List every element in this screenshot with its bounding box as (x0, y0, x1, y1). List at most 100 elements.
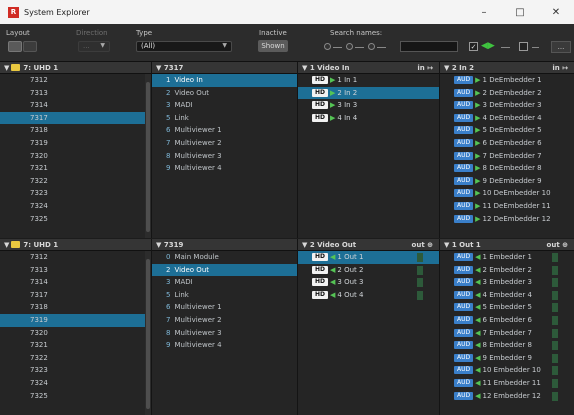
scrollbar[interactable] (145, 74, 151, 238)
list-item[interactable]: 5 Link (152, 289, 297, 302)
list-item[interactable]: 3 MADI (152, 99, 297, 112)
list-item-selected[interactable]: 1 Video In (152, 74, 297, 87)
collapse-icon[interactable]: ▼ (4, 64, 9, 72)
list-item[interactable]: AUD ◀ 2 Embedder 2 (440, 264, 574, 277)
list-item[interactable]: 7314 (0, 99, 151, 112)
list-item[interactable]: AUD ▶ 4 DeEmbedder 4 (440, 112, 574, 125)
list-item-selected[interactable]: 2 Video Out (152, 263, 297, 277)
list-item[interactable]: AUD ▶ 5 DeEmbedder 5 (440, 124, 574, 137)
list-item[interactable]: 7324 (0, 200, 151, 213)
collapse-icon[interactable]: ▼ (156, 241, 161, 249)
list-item[interactable]: AUD ◀ 7 Embedder 7 (440, 327, 574, 340)
collapse-icon[interactable]: ▼ (444, 64, 449, 72)
list-item[interactable]: 2 Video Out (152, 87, 297, 100)
list-item[interactable]: AUD ▶ 6 DeEmbedder 6 (440, 137, 574, 150)
search-input[interactable] (400, 41, 458, 52)
list-item[interactable]: 8 Multiviewer 3 (152, 327, 297, 340)
search-option-radio-2[interactable] (346, 43, 353, 50)
list-item[interactable]: 7319 (0, 137, 151, 150)
list-item[interactable]: 7318 (0, 124, 151, 137)
list-item-selected[interactable]: 7319 (0, 313, 151, 327)
list-item[interactable]: HD ◀ 4 Out 4 (298, 289, 439, 302)
list-item[interactable]: AUD ▶ 2 DeEmbedder 2 (440, 87, 574, 100)
list-item[interactable]: 7317 (0, 289, 151, 302)
list-item[interactable]: AUD ▶ 12 DeEmbedder 12 (440, 213, 574, 226)
list-item[interactable]: 7321 (0, 339, 151, 352)
collapse-icon[interactable]: ▼ (302, 64, 307, 72)
collapse-icon[interactable]: ▼ (302, 241, 307, 249)
list-item[interactable]: 7313 (0, 87, 151, 100)
close-button[interactable]: ✕ (538, 0, 574, 24)
list-item[interactable]: AUD ▶ 7 DeEmbedder 7 (440, 150, 574, 163)
list-item[interactable]: AUD ◀ 11 Embedder 11 (440, 377, 574, 390)
layout-grid-button[interactable] (23, 41, 37, 52)
direction-in-icon[interactable]: in ↦ (552, 62, 568, 74)
filter-checkbox[interactable] (519, 42, 528, 51)
list-item[interactable]: 7318 (0, 301, 151, 314)
search-option-radio-3[interactable] (368, 43, 375, 50)
list-item[interactable]: AUD ◀ 6 Embedder 6 (440, 314, 574, 327)
collapse-icon[interactable]: ▼ (444, 241, 449, 249)
list-item[interactable]: 0 Main Module (152, 251, 297, 264)
connect-arrow-icon[interactable]: ◀▶ (481, 42, 495, 51)
scrollbar-thumb[interactable] (146, 82, 150, 232)
list-item[interactable]: 7312 (0, 251, 151, 264)
collapse-icon[interactable]: ▼ (156, 64, 161, 72)
list-item[interactable]: 7322 (0, 175, 151, 188)
search-checkbox[interactable]: ✓ (469, 42, 478, 51)
list-item[interactable]: AUD ▶ 10 DeEmbedder 10 (440, 187, 574, 200)
list-item[interactable]: 9 Multiviewer 4 (152, 162, 297, 175)
direction-out-icon[interactable]: out ⊕ (412, 239, 433, 251)
list-item[interactable]: AUD ◀ 8 Embedder 8 (440, 339, 574, 352)
list-item[interactable]: 7314 (0, 276, 151, 289)
list-item[interactable]: HD ▶ 3 In 3 (298, 99, 439, 112)
list-item[interactable]: 7322 (0, 352, 151, 365)
type-select[interactable]: (All) ▼ (136, 41, 232, 52)
list-item[interactable]: 7323 (0, 364, 151, 377)
list-item[interactable]: AUD ◀ 12 Embedder 12 (440, 390, 574, 403)
list-item[interactable]: AUD ◀ 3 Embedder 3 (440, 276, 574, 289)
maximize-button[interactable]: □ (502, 0, 538, 24)
list-item[interactable]: AUD ▶ 1 DeEmbedder 1 (440, 74, 574, 87)
list-item-selected[interactable]: 7317 (0, 111, 151, 125)
list-item[interactable]: 6 Multiviewer 1 (152, 301, 297, 314)
list-item[interactable]: AUD ▶ 9 DeEmbedder 9 (440, 175, 574, 188)
list-item[interactable]: 7 Multiviewer 2 (152, 314, 297, 327)
list-item-selected[interactable]: HD ◀ 1 Out 1 (298, 251, 439, 264)
inactive-shown-button[interactable]: Shown (258, 40, 288, 52)
list-item[interactable]: 7325 (0, 213, 151, 226)
list-item[interactable]: 5 Link (152, 112, 297, 125)
scrollbar-thumb[interactable] (146, 259, 150, 409)
direction-out-icon[interactable]: out ⊕ (547, 239, 568, 251)
list-item[interactable]: HD ▶ 4 In 4 (298, 112, 439, 125)
list-item[interactable]: AUD ◀ 9 Embedder 9 (440, 352, 574, 365)
search-option-radio-1[interactable] (324, 43, 331, 50)
list-item[interactable]: 7320 (0, 327, 151, 340)
list-item[interactable]: HD ◀ 2 Out 2 (298, 264, 439, 277)
minimize-button[interactable]: – (466, 0, 502, 24)
direction-select[interactable]: ... ▼ (78, 41, 110, 52)
list-item[interactable]: 7 Multiviewer 2 (152, 137, 297, 150)
list-item[interactable]: 7320 (0, 150, 151, 163)
list-item[interactable]: 7312 (0, 74, 151, 87)
list-item[interactable]: AUD ▶ 11 DeEmbedder 11 (440, 200, 574, 213)
list-item[interactable]: 6 Multiviewer 1 (152, 124, 297, 137)
direction-in-icon[interactable]: in ↦ (417, 62, 433, 74)
list-item[interactable]: AUD ▶ 8 DeEmbedder 8 (440, 162, 574, 175)
layout-columns-button[interactable] (8, 41, 22, 52)
list-item[interactable]: AUD ◀ 10 Embedder 10 (440, 364, 574, 377)
list-item[interactable]: 7321 (0, 162, 151, 175)
more-options-button[interactable]: ... (551, 41, 571, 53)
collapse-icon[interactable]: ▼ (4, 241, 9, 249)
list-item[interactable]: AUD ◀ 5 Embedder 5 (440, 301, 574, 314)
list-item[interactable]: 7323 (0, 187, 151, 200)
list-item[interactable]: 8 Multiviewer 3 (152, 150, 297, 163)
list-item[interactable]: 9 Multiviewer 4 (152, 339, 297, 352)
list-item[interactable]: 7325 (0, 390, 151, 403)
list-item-selected[interactable]: HD ▶ 2 In 2 (298, 86, 439, 100)
list-item[interactable]: 3 MADI (152, 276, 297, 289)
scrollbar[interactable] (145, 251, 151, 415)
list-item[interactable]: HD ◀ 3 Out 3 (298, 276, 439, 289)
list-item[interactable]: AUD ◀ 4 Embedder 4 (440, 289, 574, 302)
list-item[interactable]: AUD ◀ 1 Embedder 1 (440, 251, 574, 264)
